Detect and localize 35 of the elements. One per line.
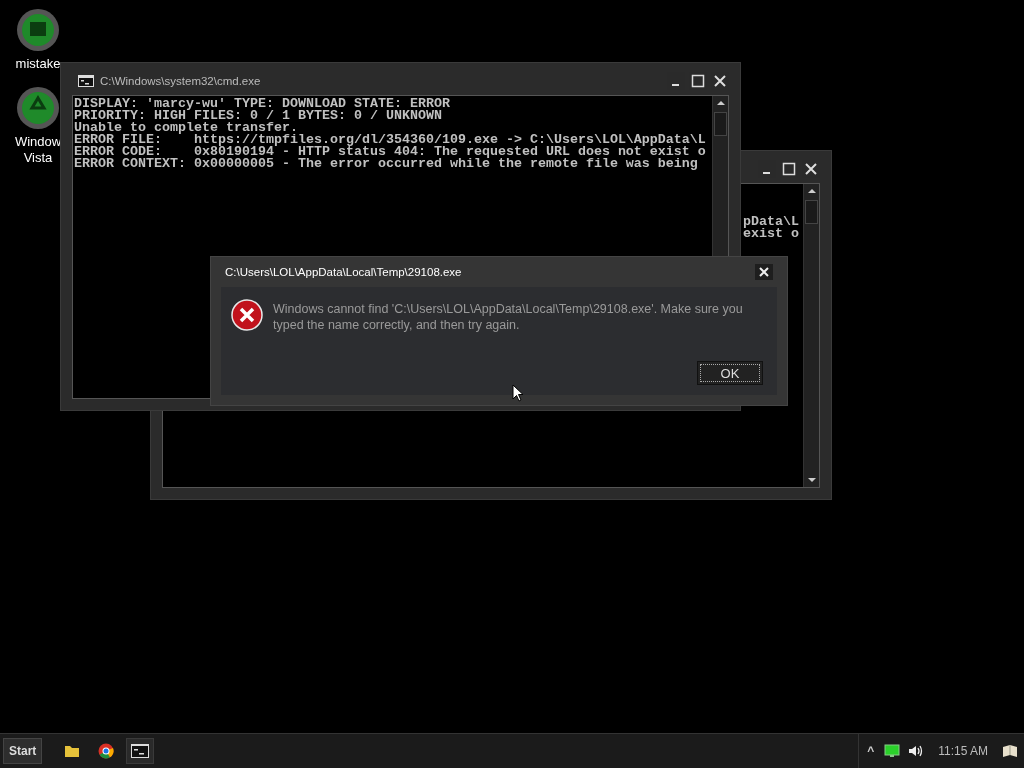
window-title: C:\Windows\system32\cmd.exe <box>100 75 262 87</box>
maximize-button[interactable] <box>689 72 707 90</box>
console-text: Unable to complete transfer. <box>74 122 298 134</box>
scroll-thumb[interactable] <box>805 200 818 224</box>
scrollbar[interactable] <box>803 184 819 487</box>
console-text: pData\L <box>743 216 799 228</box>
network-icon[interactable] <box>884 744 901 758</box>
console-icon <box>78 75 94 87</box>
dialog-title: C:\Users\LOL\AppData\Local\Temp\29108.exe <box>225 266 463 278</box>
show-hidden-icons-button[interactable]: ^ <box>865 744 877 758</box>
speaker-icon[interactable] <box>908 744 925 758</box>
console-text: exist o <box>743 228 799 240</box>
scroll-thumb[interactable] <box>714 112 727 136</box>
close-button[interactable] <box>755 264 773 280</box>
recycle-icon[interactable] <box>16 86 60 130</box>
error-icon <box>231 299 263 331</box>
icon-label[interactable]: Window Vista <box>14 134 62 166</box>
console-text: ERROR FILE: https://tmpfiles.org/dl/354360/109.exe -> C:\Users\LOL\AppData\L <box>74 134 707 146</box>
taskbar-button[interactable] <box>126 738 155 764</box>
console-text: ERROR CONTEXT: 0x00000005 - The error occurred while the remote file was being <box>74 158 699 170</box>
app-icon[interactable] <box>16 8 60 52</box>
notes-icon[interactable] <box>1002 744 1018 758</box>
console-text: PRIORITY: HIGH FILES: 0 / 1 BYTES: 0 / UNKNOWN <box>74 110 443 122</box>
maximize-button[interactable] <box>780 160 798 178</box>
ok-button[interactable]: OK <box>697 361 763 385</box>
icon-label[interactable]: mistake <box>15 56 61 72</box>
browser-icon[interactable] <box>98 743 115 759</box>
console-text: DISPLAY: 'marcy-wu' TYPE: DOWNLOAD STATE: ERROR <box>74 98 451 110</box>
mouse-cursor <box>512 384 524 402</box>
error-message: Windows cannot find 'C:\Users\LOL\AppData\Local\Temp\29108.exe'. Make sure you typed the name correctly, and then try again. <box>273 301 744 333</box>
console-icon <box>131 744 150 758</box>
folder-icon[interactable] <box>64 743 81 759</box>
clock[interactable]: 11:15 AM <box>938 744 988 758</box>
console-text: ERROR CODE: 0x80190194 - HTTP status 404: The requested URL does not exist o <box>74 146 707 158</box>
start-button[interactable]: Start <box>3 738 43 764</box>
